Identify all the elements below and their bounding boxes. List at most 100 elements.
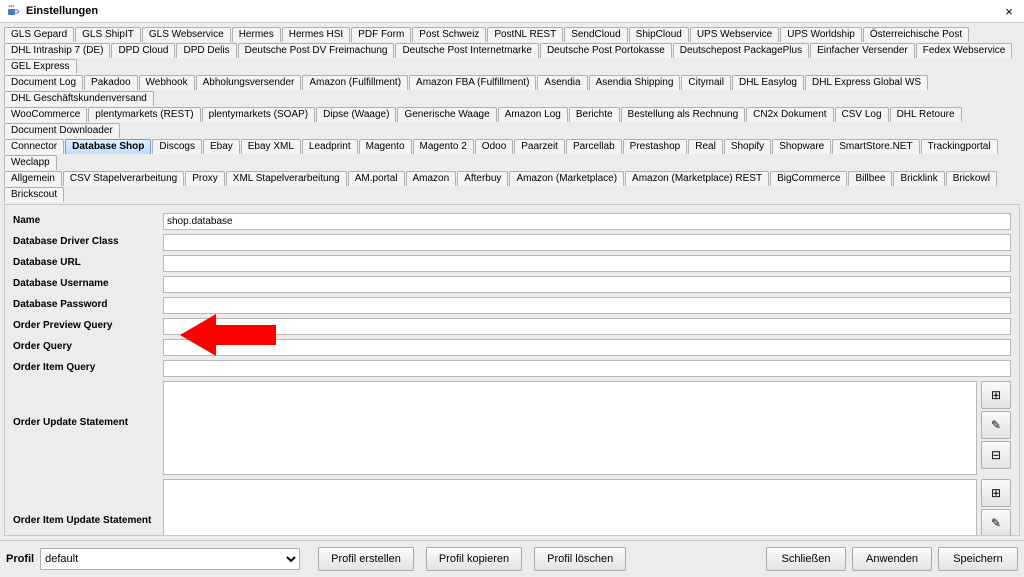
tab[interactable]: XML Stapelverarbeitung bbox=[226, 171, 347, 186]
tab[interactable]: PostNL REST bbox=[487, 27, 563, 42]
tab[interactable]: ShipCloud bbox=[629, 27, 689, 42]
tab[interactable]: DHL Intraship 7 (DE) bbox=[4, 43, 110, 58]
tab[interactable]: Shopify bbox=[724, 139, 771, 154]
tab[interactable]: Post Schweiz bbox=[412, 27, 486, 42]
tab[interactable]: CSV Log bbox=[835, 107, 889, 122]
tab[interactable]: Bricklink bbox=[893, 171, 944, 186]
tab[interactable]: WooCommerce bbox=[4, 107, 87, 122]
tab[interactable]: Pakadoo bbox=[84, 75, 137, 90]
tab[interactable]: Leadprint bbox=[302, 139, 358, 154]
tab[interactable]: Amazon (Fulfillment) bbox=[302, 75, 408, 90]
tab[interactable]: BigCommerce bbox=[770, 171, 847, 186]
tab[interactable]: Deutsche Post Internetmarke bbox=[395, 43, 539, 58]
tab[interactable]: SmartStore.NET bbox=[832, 139, 919, 154]
tab[interactable]: Allgemein bbox=[4, 171, 62, 186]
input-pass[interactable] bbox=[163, 297, 1011, 314]
tab[interactable]: Amazon (Marketplace) bbox=[509, 171, 624, 186]
input-name[interactable] bbox=[163, 213, 1011, 230]
tab[interactable]: GLS ShipIT bbox=[75, 27, 141, 42]
tab[interactable]: Proxy bbox=[185, 171, 225, 186]
edit-button[interactable]: ✎ bbox=[981, 411, 1011, 439]
tab[interactable]: GEL Express bbox=[4, 59, 77, 74]
tab[interactable]: Generische Waage bbox=[397, 107, 496, 122]
tab[interactable]: DPD Cloud bbox=[111, 43, 175, 58]
tab[interactable]: DHL Easylog bbox=[732, 75, 804, 90]
tab[interactable]: DHL Retoure bbox=[890, 107, 962, 122]
tab[interactable]: GLS Webservice bbox=[142, 27, 231, 42]
remove-button[interactable]: ⊟ bbox=[981, 441, 1011, 469]
tab[interactable]: DHL Geschäftskundenversand bbox=[4, 91, 154, 106]
tab[interactable]: Database Shop bbox=[65, 139, 151, 154]
tab[interactable]: Brickscout bbox=[4, 187, 64, 202]
save-button[interactable]: Speichern bbox=[938, 547, 1018, 571]
tab[interactable]: Deutschepost PackagePlus bbox=[673, 43, 809, 58]
tab[interactable]: Discogs bbox=[152, 139, 202, 154]
tab[interactable]: Asendia Shipping bbox=[589, 75, 681, 90]
tab[interactable]: CN2x Dokument bbox=[746, 107, 833, 122]
input-preview[interactable] bbox=[163, 318, 1011, 335]
tab[interactable]: Webhook bbox=[139, 75, 195, 90]
tab[interactable]: Parcellab bbox=[566, 139, 622, 154]
input-url[interactable] bbox=[163, 255, 1011, 272]
delete-profile-button[interactable]: Profil löschen bbox=[534, 547, 626, 571]
tab[interactable]: Real bbox=[688, 139, 723, 154]
tab[interactable]: Odoo bbox=[475, 139, 513, 154]
tab[interactable]: Amazon (Marketplace) REST bbox=[625, 171, 769, 186]
tab[interactable]: Deutsche Post Portokasse bbox=[540, 43, 672, 58]
tab[interactable]: PDF Form bbox=[351, 27, 411, 42]
tab[interactable]: Hermes bbox=[232, 27, 281, 42]
apply-button[interactable]: Anwenden bbox=[852, 547, 932, 571]
tab[interactable]: Afterbuy bbox=[457, 171, 508, 186]
tab[interactable]: Fedex Webservice bbox=[916, 43, 1013, 58]
tab[interactable]: Amazon Log bbox=[498, 107, 568, 122]
tab[interactable]: Magento bbox=[359, 139, 412, 154]
profile-select[interactable]: default bbox=[40, 548, 300, 570]
copy-profile-button[interactable]: Profil kopieren bbox=[426, 547, 522, 571]
tab[interactable]: Asendia bbox=[537, 75, 587, 90]
input-orderq[interactable] bbox=[163, 339, 1011, 356]
tab[interactable]: Magento 2 bbox=[413, 139, 474, 154]
input-itemq[interactable] bbox=[163, 360, 1011, 377]
tab[interactable]: Berichte bbox=[569, 107, 620, 122]
tab[interactable]: Deutsche Post DV Freimachung bbox=[238, 43, 395, 58]
tab[interactable]: Brickowl bbox=[946, 171, 997, 186]
tab[interactable]: Amazon bbox=[406, 171, 457, 186]
tab[interactable]: plentymarkets (REST) bbox=[88, 107, 200, 122]
tab[interactable]: Billbee bbox=[848, 171, 892, 186]
tab[interactable]: Paarzeit bbox=[514, 139, 565, 154]
tab[interactable]: UPS Worldship bbox=[780, 27, 862, 42]
tab[interactable]: DPD Delis bbox=[176, 43, 236, 58]
textarea-updstmt[interactable] bbox=[163, 381, 977, 475]
tab[interactable]: Citymail bbox=[681, 75, 731, 90]
tab[interactable]: Dipse (Waage) bbox=[316, 107, 396, 122]
input-user[interactable] bbox=[163, 276, 1011, 293]
tab[interactable]: UPS Webservice bbox=[690, 27, 779, 42]
tab[interactable]: AM.portal bbox=[348, 171, 405, 186]
tab[interactable]: Amazon FBA (Fulfillment) bbox=[409, 75, 536, 90]
tab[interactable]: Bestellung als Rechnung bbox=[621, 107, 746, 122]
tab[interactable]: DHL Express Global WS bbox=[805, 75, 928, 90]
tab[interactable]: Document Log bbox=[4, 75, 83, 90]
textarea-itemupdstmt[interactable] bbox=[163, 479, 977, 536]
tab[interactable]: Abholungsversender bbox=[196, 75, 302, 90]
tab[interactable]: Trackingportal bbox=[921, 139, 998, 154]
tab[interactable]: CSV Stapelverarbeitung bbox=[63, 171, 184, 186]
tab[interactable]: Österreichische Post bbox=[863, 27, 969, 42]
tab[interactable]: Document Downloader bbox=[4, 123, 120, 138]
add-button[interactable]: ⊞ bbox=[981, 381, 1011, 409]
tab[interactable]: Connector bbox=[4, 139, 64, 154]
tab[interactable]: Ebay XML bbox=[241, 139, 301, 154]
tab[interactable]: plentymarkets (SOAP) bbox=[202, 107, 315, 122]
tab[interactable]: Weclapp bbox=[4, 155, 57, 170]
tab[interactable]: Prestashop bbox=[623, 139, 688, 154]
tab[interactable]: Shopware bbox=[772, 139, 831, 154]
tab[interactable]: Einfacher Versender bbox=[810, 43, 915, 58]
add-button[interactable]: ⊞ bbox=[981, 479, 1011, 507]
tab[interactable]: GLS Gepard bbox=[4, 27, 74, 42]
close-icon[interactable]: × bbox=[1000, 4, 1018, 19]
create-profile-button[interactable]: Profil erstellen bbox=[318, 547, 414, 571]
input-driver[interactable] bbox=[163, 234, 1011, 251]
tab[interactable]: SendCloud bbox=[564, 27, 627, 42]
tab[interactable]: Ebay bbox=[203, 139, 240, 154]
edit-button[interactable]: ✎ bbox=[981, 509, 1011, 536]
